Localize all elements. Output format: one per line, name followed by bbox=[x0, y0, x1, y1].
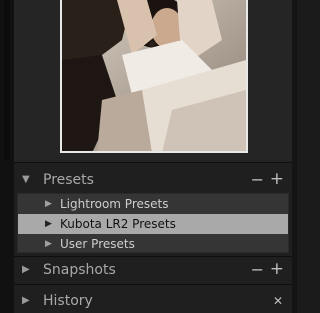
snapshots-panel-header[interactable]: ▶ Snapshots − + bbox=[14, 258, 292, 282]
triangle-right-icon[interactable]: ▶ bbox=[45, 218, 52, 230]
remove-snapshot-button[interactable]: − bbox=[251, 260, 264, 280]
preset-folder-kubota[interactable]: ▶ Kubota LR2 Presets bbox=[18, 214, 288, 234]
history-panel-header[interactable]: ▶ History ✕ bbox=[14, 289, 292, 313]
clear-history-icon[interactable]: ✕ bbox=[273, 292, 283, 310]
scrollbar-track[interactable] bbox=[4, 0, 10, 160]
preset-folder-label: Lightroom Presets bbox=[60, 197, 169, 211]
triangle-right-icon[interactable]: ▶ bbox=[45, 238, 52, 250]
divider bbox=[14, 162, 292, 163]
divider bbox=[14, 284, 292, 285]
add-snapshot-button[interactable]: + bbox=[270, 259, 284, 279]
triangle-right-icon[interactable]: ▶ bbox=[22, 264, 30, 276]
remove-preset-button[interactable]: − bbox=[251, 170, 264, 190]
photo-image bbox=[62, 0, 246, 151]
divider bbox=[14, 256, 292, 257]
triangle-right-icon[interactable]: ▶ bbox=[22, 295, 30, 307]
navigator-panel bbox=[14, 0, 292, 162]
lightroom-right-panel: ▼ Presets − + ▶ Lightroom Presets ▶ Kubo… bbox=[0, 0, 297, 313]
preset-folder-user[interactable]: ▶ User Presets bbox=[18, 234, 288, 254]
left-scrollbar[interactable] bbox=[0, 0, 14, 313]
preset-list: ▶ Lightroom Presets ▶ Kubota LR2 Presets… bbox=[17, 193, 289, 253]
triangle-down-icon[interactable]: ▼ bbox=[22, 174, 30, 186]
triangle-right-icon[interactable]: ▶ bbox=[45, 198, 52, 210]
snapshots-title: Snapshots bbox=[43, 262, 116, 278]
preset-folder-label: Kubota LR2 Presets bbox=[60, 217, 176, 231]
add-preset-button[interactable]: + bbox=[270, 169, 284, 189]
history-title: History bbox=[43, 293, 93, 309]
photo-preview[interactable] bbox=[60, 0, 248, 153]
right-edge bbox=[292, 0, 297, 313]
presets-title: Presets bbox=[43, 172, 94, 188]
preset-folder-label: User Presets bbox=[60, 237, 135, 251]
presets-panel-header[interactable]: ▼ Presets − + bbox=[14, 168, 292, 192]
preset-folder-lightroom[interactable]: ▶ Lightroom Presets bbox=[18, 194, 288, 214]
